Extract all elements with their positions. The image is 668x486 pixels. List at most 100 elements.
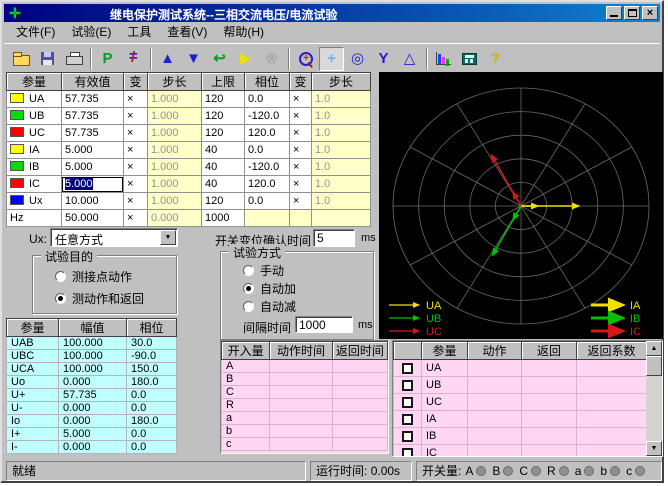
param-step-cell[interactable]: 1.000 [148,108,202,125]
param-value-cell[interactable]: 57.735 [62,108,124,125]
minimize-button[interactable] [606,6,622,20]
step-up-button[interactable]: ▲ [155,47,180,71]
open-file-button[interactable] [9,47,34,71]
result-checkbox[interactable] [402,448,413,457]
save-file-button[interactable] [35,47,60,71]
stop-test-button[interactable]: ⊗ [259,47,284,71]
radio-option[interactable]: 测接点动作 [55,269,132,283]
maximize-button[interactable] [624,6,640,20]
p-marker-button[interactable]: P [95,47,120,71]
param-value-cell[interactable]: 57.735 [62,125,124,142]
param-var-toggle[interactable]: × [124,193,148,210]
param-var2-toggle[interactable]: × [290,176,312,193]
result-checkbox[interactable] [402,414,413,425]
result-checkbox[interactable] [402,380,413,391]
param-limit-cell[interactable]: 40 [202,142,245,159]
param-limit-cell[interactable]: 40 [202,176,245,193]
menu-item-0[interactable]: 文件(F) [8,22,63,43]
crosshair-view-button[interactable]: + [319,47,344,71]
radio-button[interactable] [243,283,254,294]
param-phase-cell[interactable] [245,210,290,227]
param-step2-cell[interactable]: 1.0 [312,176,371,193]
param-limit-cell[interactable]: 120 [202,125,245,142]
radio-button[interactable] [55,271,66,282]
param-value-cell[interactable]: 10.000 [62,193,124,210]
calculator-button[interactable] [457,47,482,71]
menu-item-4[interactable]: 帮助(H) [215,22,272,43]
param-var-toggle[interactable]: × [124,91,148,108]
result-scrollbar[interactable]: ▲ ▼ [646,341,662,456]
param-step-cell[interactable]: 1.000 [148,159,202,176]
result-checkbox[interactable] [402,397,413,408]
param-step2-cell[interactable] [312,210,371,227]
param-var2-toggle[interactable] [290,210,312,227]
param-value-cell[interactable]: 5.000 [62,159,124,176]
param-step2-cell[interactable]: 1.0 [312,125,371,142]
dropdown-arrow-icon[interactable]: ▼ [160,230,176,245]
param-var2-toggle[interactable]: × [290,142,312,159]
param-value-cell[interactable]: 5.000 [62,142,124,159]
param-phase-cell[interactable]: 0.0 [245,91,290,108]
param-phase-cell[interactable]: -120.0 [245,159,290,176]
param-var-toggle[interactable]: × [124,142,148,159]
param-var-toggle[interactable]: × [124,159,148,176]
radio-option[interactable]: 自动加 [243,281,296,295]
help-button[interactable]: ? [483,47,508,71]
param-var2-toggle[interactable]: × [290,159,312,176]
ux-mode-select[interactable]: 任意方式 ▼ [50,228,178,247]
param-var2-toggle[interactable]: × [290,193,312,210]
param-step-cell[interactable]: 1.000 [148,125,202,142]
start-test-button[interactable]: ▶ [233,47,258,71]
param-limit-cell[interactable]: 120 [202,108,245,125]
zoom-in-button[interactable] [293,47,318,71]
radio-button[interactable] [243,301,254,312]
param-limit-cell[interactable]: 120 [202,193,245,210]
param-phase-cell[interactable]: 0.0 [245,193,290,210]
fault-setting-button[interactable] [121,47,146,71]
param-var2-toggle[interactable]: × [290,125,312,142]
confirm-time-input[interactable]: 5 [313,229,355,247]
param-limit-cell[interactable]: 120 [202,91,245,108]
menu-item-1[interactable]: 试验(E) [63,22,119,43]
param-step2-cell[interactable]: 1.0 [312,91,371,108]
param-step2-cell[interactable]: 1.0 [312,159,371,176]
step-down-button[interactable]: ▼ [181,47,206,71]
param-step-cell[interactable]: 1.000 [148,193,202,210]
radio-option[interactable]: 自动减 [243,299,296,313]
param-step2-cell[interactable]: 1.0 [312,142,371,159]
param-phase-cell[interactable]: -120.0 [245,108,290,125]
undo-button[interactable]: ↩ [207,47,232,71]
param-var2-toggle[interactable]: × [290,91,312,108]
print-button[interactable] [61,47,86,71]
param-step-cell[interactable]: 0.000 [148,210,202,227]
delta-connection-button[interactable]: △ [397,47,422,71]
menu-item-3[interactable]: 查看(V) [159,22,215,43]
param-step2-cell[interactable]: 1.0 [312,108,371,125]
param-limit-cell[interactable]: 1000 [202,210,245,227]
radio-option[interactable]: 测动作和返回 [55,291,144,305]
param-value-cell[interactable]: 57.735 [62,91,124,108]
scrollbar-thumb[interactable] [646,356,662,376]
circle-view-button[interactable]: ◎ [345,47,370,71]
param-var2-toggle[interactable]: × [290,108,312,125]
param-step-cell[interactable]: 1.000 [148,176,202,193]
param-step-cell[interactable]: 1.000 [148,142,202,159]
scroll-up-icon[interactable]: ▲ [646,341,662,356]
param-step2-cell[interactable]: 1.0 [312,193,371,210]
param-phase-cell[interactable]: 120.0 [245,176,290,193]
waveform-chart-button[interactable] [431,47,456,71]
param-step-cell[interactable]: 1.000 [148,91,202,108]
param-value-cell[interactable]: 50.000 [62,210,124,227]
result-checkbox[interactable] [402,363,413,374]
param-limit-cell[interactable]: 40 [202,159,245,176]
result-checkbox[interactable] [402,431,413,442]
radio-option[interactable]: 手动 [243,263,284,277]
param-var-toggle[interactable]: × [124,125,148,142]
radio-button[interactable] [243,265,254,276]
param-var-toggle[interactable]: × [124,108,148,125]
scroll-down-icon[interactable]: ▼ [646,441,662,456]
close-button[interactable]: × [642,6,658,20]
param-var-toggle[interactable]: × [124,210,148,227]
param-phase-cell[interactable]: 0.0 [245,142,290,159]
y-connection-button[interactable]: Y [371,47,396,71]
